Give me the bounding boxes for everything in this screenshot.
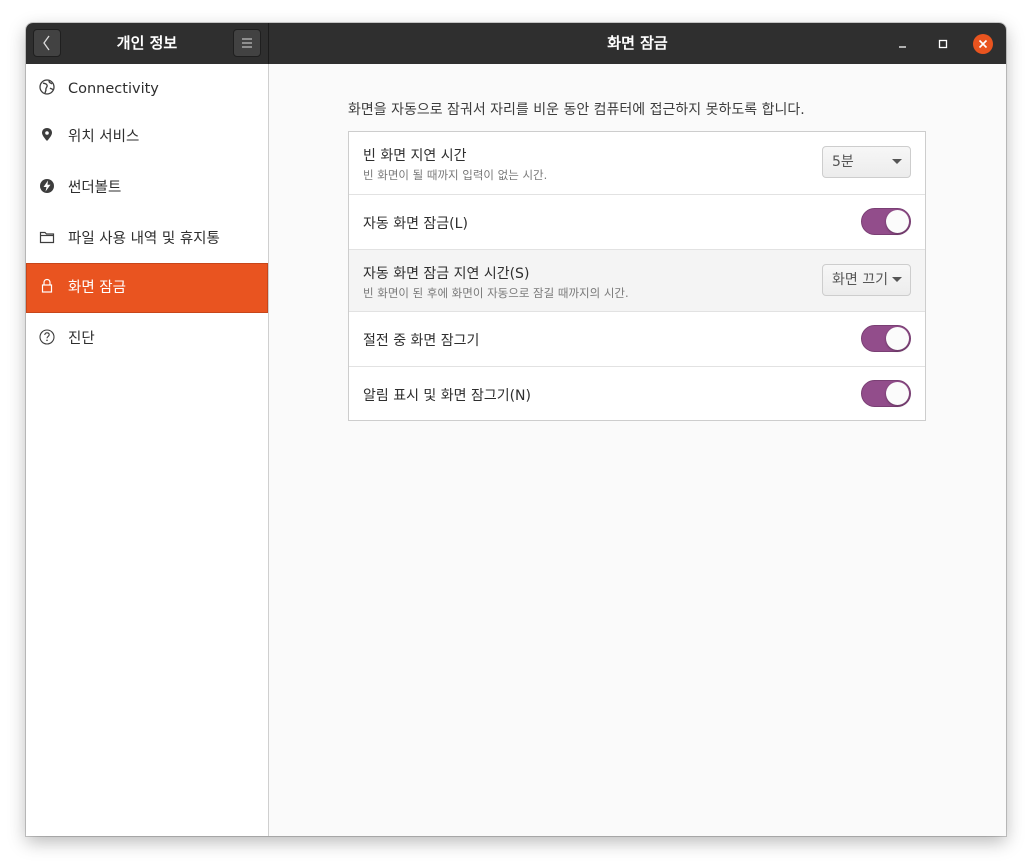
row-title: 알림 표시 및 화면 잠그기(N) — [363, 388, 531, 404]
toggle-knob — [886, 327, 909, 350]
automatic-screen-lock-row[interactable]: 자동 화면 잠금(L) — [349, 194, 925, 249]
automatic-screen-lock-toggle[interactable] — [861, 208, 911, 235]
page-description: 화면을 자동으로 잠궈서 자리를 비운 동안 컴퓨터에 접근하지 못하도록 합니… — [348, 102, 805, 118]
sidebar-item-label: 파일 사용 내역 및 휴지통 — [68, 231, 220, 247]
sidebar-item-file-history[interactable]: 파일 사용 내역 및 휴지통 — [26, 214, 268, 264]
blank-screen-delay-row[interactable]: 빈 화면 지연 시간 빈 화면이 될 때까지 입력이 없는 시간. 5분 — [349, 132, 925, 194]
row-title: 자동 화면 잠금 지연 시간(S) — [363, 266, 530, 282]
dropdown-value: 5분 — [832, 154, 854, 170]
show-notifications-row[interactable]: 알림 표시 및 화면 잠그기(N) — [349, 366, 925, 420]
settings-window: 개인 정보 화면 잠금 Connectivity 위치 서비스 썬더볼트 파일 … — [26, 23, 1006, 836]
chevron-left-icon — [43, 35, 50, 51]
location-pin-icon — [42, 128, 52, 141]
back-button[interactable] — [33, 29, 61, 57]
sidebar-item-label: 썬더볼트 — [68, 180, 122, 196]
sidebar-item-label: 위치 서비스 — [68, 129, 140, 145]
sidebar-item-diagnostics[interactable]: 진단 — [26, 314, 268, 364]
menu-button[interactable] — [233, 29, 261, 57]
lock-icon — [41, 278, 53, 293]
sidebar-item-label: Connectivity — [68, 81, 159, 97]
sidebar-header: 개인 정보 — [26, 23, 269, 64]
blank-screen-delay-dropdown[interactable]: 5분 — [822, 146, 911, 178]
lock-screen-delay-dropdown[interactable]: 화면 끄기 — [822, 264, 911, 296]
sidebar-item-connectivity[interactable]: Connectivity — [26, 64, 268, 114]
toggle-knob — [886, 382, 909, 405]
close-icon — [978, 39, 988, 49]
dropdown-arrow-icon — [892, 277, 902, 282]
dropdown-arrow-icon — [892, 159, 902, 164]
row-subtitle: 빈 화면이 될 때까지 입력이 없는 시간. — [363, 168, 548, 182]
folder-icon — [39, 231, 55, 244]
sidebar-title: 개인 정보 — [116, 34, 178, 52]
row-title: 절전 중 화면 잠그기 — [363, 333, 480, 349]
lock-on-suspend-toggle[interactable] — [861, 325, 911, 352]
sidebar-item-thunderbolt[interactable]: 썬더볼트 — [26, 163, 268, 213]
toggle-knob — [886, 210, 909, 233]
lock-on-suspend-row[interactable]: 절전 중 화면 잠그기 — [349, 311, 925, 366]
sidebar-item-label: 화면 잠금 — [68, 280, 126, 296]
sidebar-item-label: 진단 — [68, 331, 95, 347]
row-title: 자동 화면 잠금(L) — [363, 216, 468, 232]
maximize-icon — [938, 39, 948, 49]
minimize-icon — [899, 46, 906, 48]
sidebar-item-location[interactable]: 위치 서비스 — [26, 112, 268, 162]
thunderbolt-icon — [40, 179, 54, 193]
settings-list: 빈 화면 지연 시간 빈 화면이 될 때까지 입력이 없는 시간. 5분 자동 … — [348, 131, 926, 421]
row-title: 빈 화면 지연 시간 — [363, 148, 467, 164]
sidebar: Connectivity 위치 서비스 썬더볼트 파일 사용 내역 및 휴지통 — [26, 64, 269, 836]
row-subtitle: 빈 화면이 된 후에 화면이 자동으로 잠길 때까지의 시간. — [363, 286, 629, 300]
header-bar: 개인 정보 화면 잠금 — [26, 23, 1006, 64]
help-icon — [39, 329, 55, 345]
show-notifications-toggle[interactable] — [861, 380, 911, 407]
hamburger-menu-icon — [242, 38, 252, 48]
close-button[interactable] — [973, 34, 993, 54]
dropdown-value: 화면 끄기 — [832, 272, 888, 288]
globe-icon — [39, 79, 55, 95]
sidebar-item-screen-lock[interactable]: 화면 잠금 — [26, 263, 268, 313]
minimize-button[interactable] — [893, 34, 913, 54]
main-content: 화면을 자동으로 잠궈서 자리를 비운 동안 컴퓨터에 접근하지 못하도록 합니… — [269, 64, 1006, 836]
maximize-button[interactable] — [933, 34, 953, 54]
lock-screen-delay-row[interactable]: 자동 화면 잠금 지연 시간(S) 빈 화면이 된 후에 화면이 자동으로 잠길… — [349, 249, 925, 311]
